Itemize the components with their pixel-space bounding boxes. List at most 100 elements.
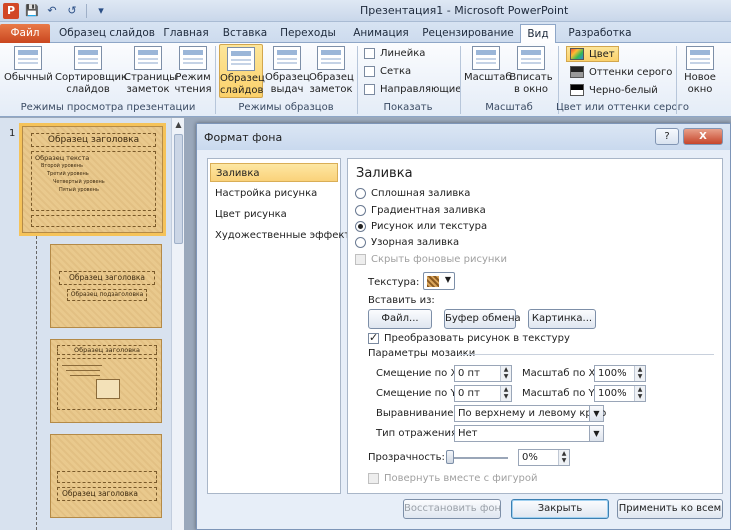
color-option[interactable]: Цвет [566,46,619,62]
nav-picture-corrections[interactable]: Настройка рисунка [210,184,338,203]
zoom-label: Масштаб [464,72,512,83]
thumb-master-title: Образец заголовка [31,133,156,147]
content-layout-thumbnail[interactable]: Образец заголовка [50,339,162,423]
transparency-slider-handle[interactable] [446,450,454,464]
redo-icon[interactable]: ↺ [64,3,80,19]
master-slide-thumbnail[interactable]: Образец заголовка Образец текста Второй … [19,123,166,236]
mirror-type-dropdown[interactable]: Нет ▼ [454,425,604,442]
offset-x-spinner-icon[interactable]: ▲ ▼ [500,366,511,381]
thumb-text-line [70,375,100,376]
zoom-button[interactable]: Масштаб [464,46,512,84]
grid-checkbox-box[interactable] [364,66,375,77]
undo-icon[interactable]: ↶ [44,3,60,19]
transparency-field[interactable]: 0% ▲ ▼ [518,449,570,466]
offset-y-value: 0 пт [458,388,480,399]
tab-home[interactable]: Главная [160,24,212,43]
grayscale-option[interactable]: Оттенки серого [570,66,672,78]
transparency-spinner-icon[interactable]: ▲ ▼ [558,450,569,465]
ruler-checkbox[interactable]: Линейка [364,48,425,59]
dialog-close-button[interactable]: X [683,128,723,145]
group-separator [357,46,358,114]
tab-insert[interactable]: Вставка [220,24,270,43]
guides-checkbox[interactable]: Направляющие [364,84,461,95]
gradient-fill-radio[interactable]: Градиентная заливка [355,205,486,216]
guides-checkbox-box[interactable] [364,84,375,95]
fit-to-window-button[interactable]: Вписать в окно [509,46,553,96]
new-window-button[interactable]: Новое окно [680,46,720,96]
notes-master-label-2: заметок [309,84,353,95]
scroll-up-icon[interactable]: ▲ [172,118,185,131]
customize-qat-icon[interactable]: ▾ [93,3,109,19]
scale-x-spinner-icon[interactable]: ▲ ▼ [634,366,645,381]
powerpoint-app-icon[interactable]: P [3,3,19,19]
chevron-down-icon[interactable]: ▼ [589,406,603,421]
apply-to-all-button[interactable]: Применить ко всем [617,499,723,519]
picture-texture-fill-radio-button[interactable] [355,221,366,232]
offset-x-field[interactable]: 0 пт ▲ ▼ [454,365,512,382]
picture-texture-fill-radio[interactable]: Рисунок или текстура [355,221,487,232]
hide-bg-checkbox-box[interactable] [355,254,366,265]
handout-master-button[interactable]: Образец выдач [265,46,310,96]
close-button[interactable]: Закрыть [511,499,609,519]
save-icon[interactable]: 💾 [24,3,40,19]
alignment-dropdown[interactable]: По верхнему и левому краю ▼ [454,405,606,422]
help-button[interactable]: ? [655,128,679,145]
texture-dropdown[interactable]: ▼ [423,272,455,290]
nav-fill[interactable]: Заливка [210,163,338,182]
nav-picture-color[interactable]: Цвет рисунка [210,205,338,224]
rotate-with-shape-checkbox[interactable]: Повернуть вместе с фигурой [368,473,538,484]
slide-master-icon [227,47,255,71]
tab-view[interactable]: Вид [520,24,556,44]
texture-swatch-icon [427,276,439,287]
notes-master-button[interactable]: Образец заметок [309,46,354,96]
normal-view-button[interactable]: Обычный [4,46,53,84]
gradient-fill-radio-button[interactable] [355,205,366,216]
notes-page-button[interactable]: Страницы заметок [124,46,177,96]
thumb-level-5: Пятый уровень [59,187,99,193]
rotate-checkbox-box[interactable] [368,473,379,484]
slide-sorter-button[interactable]: Сортировщик слайдов [55,46,127,96]
slide-master-button[interactable]: Образец слайдов [219,44,265,98]
tab-review[interactable]: Рецензирование [420,24,516,43]
offset-y-field[interactable]: 0 пт ▲ ▼ [454,385,512,402]
slide-sorter-label-2: слайдов [66,84,110,95]
grid-checkbox[interactable]: Сетка [364,66,411,77]
reset-background-button[interactable]: Восстановить фон [403,499,501,519]
scale-y-spinner-icon[interactable]: ▲ ▼ [634,386,645,401]
pattern-fill-radio-button[interactable] [355,237,366,248]
reading-view-button[interactable]: Режим чтения [174,46,212,96]
pattern-fill-radio[interactable]: Узорная заливка [355,237,459,248]
hide-bg-graphics-checkbox[interactable]: Скрыть фоновые рисунки [355,254,507,265]
format-background-dialog: Формат фона ? X Заливка Настройка рисунк… [196,123,731,530]
transparency-slider-track[interactable] [446,457,508,459]
ruler-checkbox-box[interactable] [364,48,375,59]
thumb-footer [31,215,156,227]
nav-artistic-effects[interactable]: Художественные эффекты [210,226,358,245]
section-layout-thumbnail[interactable]: Образец заголовка [50,434,162,518]
slides-scrollbar[interactable]: ▲ [171,118,184,530]
title-layout-thumbnail[interactable]: Образец заголовка Образец подзаголовка [50,244,162,328]
clipboard-button[interactable]: Буфер обмена [444,309,521,329]
tab-developer[interactable]: Разработка [564,24,636,43]
chevron-down-icon[interactable]: ▼ [589,426,603,441]
clip-art-button[interactable]: Картинка... [528,309,596,329]
scale-y-field[interactable]: 100% ▲ ▼ [594,385,646,402]
tile-picture-checkbox[interactable]: Преобразовать рисунок в текстуру [368,331,570,344]
tile-checkbox-box[interactable] [368,331,379,344]
gradient-fill-label: Градиентная заливка [371,205,486,216]
title-bar: P 💾 ↶ ↺ ▾ Презентация1 - Microsoft Power… [0,0,731,22]
tab-transitions[interactable]: Переходы [278,24,338,43]
tab-animation[interactable]: Анимация [348,24,414,43]
offset-y-spinner-icon[interactable]: ▲ ▼ [500,386,511,401]
file-button[interactable]: Файл... [368,309,432,329]
solid-fill-radio-button[interactable] [355,188,366,199]
black-white-option[interactable]: Черно-белый [570,84,658,96]
tab-slide-master[interactable]: Образец слайдов [58,24,156,43]
solid-fill-radio[interactable]: Сплошная заливка [355,188,470,199]
tab-file[interactable]: Файл [0,24,50,43]
scrollbar-thumb[interactable] [174,134,183,244]
fit-window-label-1: Вписать [509,72,553,83]
scale-x-field[interactable]: 100% ▲ ▼ [594,365,646,382]
fill-heading: Заливка [356,166,413,181]
thumb-level-4: Четвертый уровень [53,179,105,185]
